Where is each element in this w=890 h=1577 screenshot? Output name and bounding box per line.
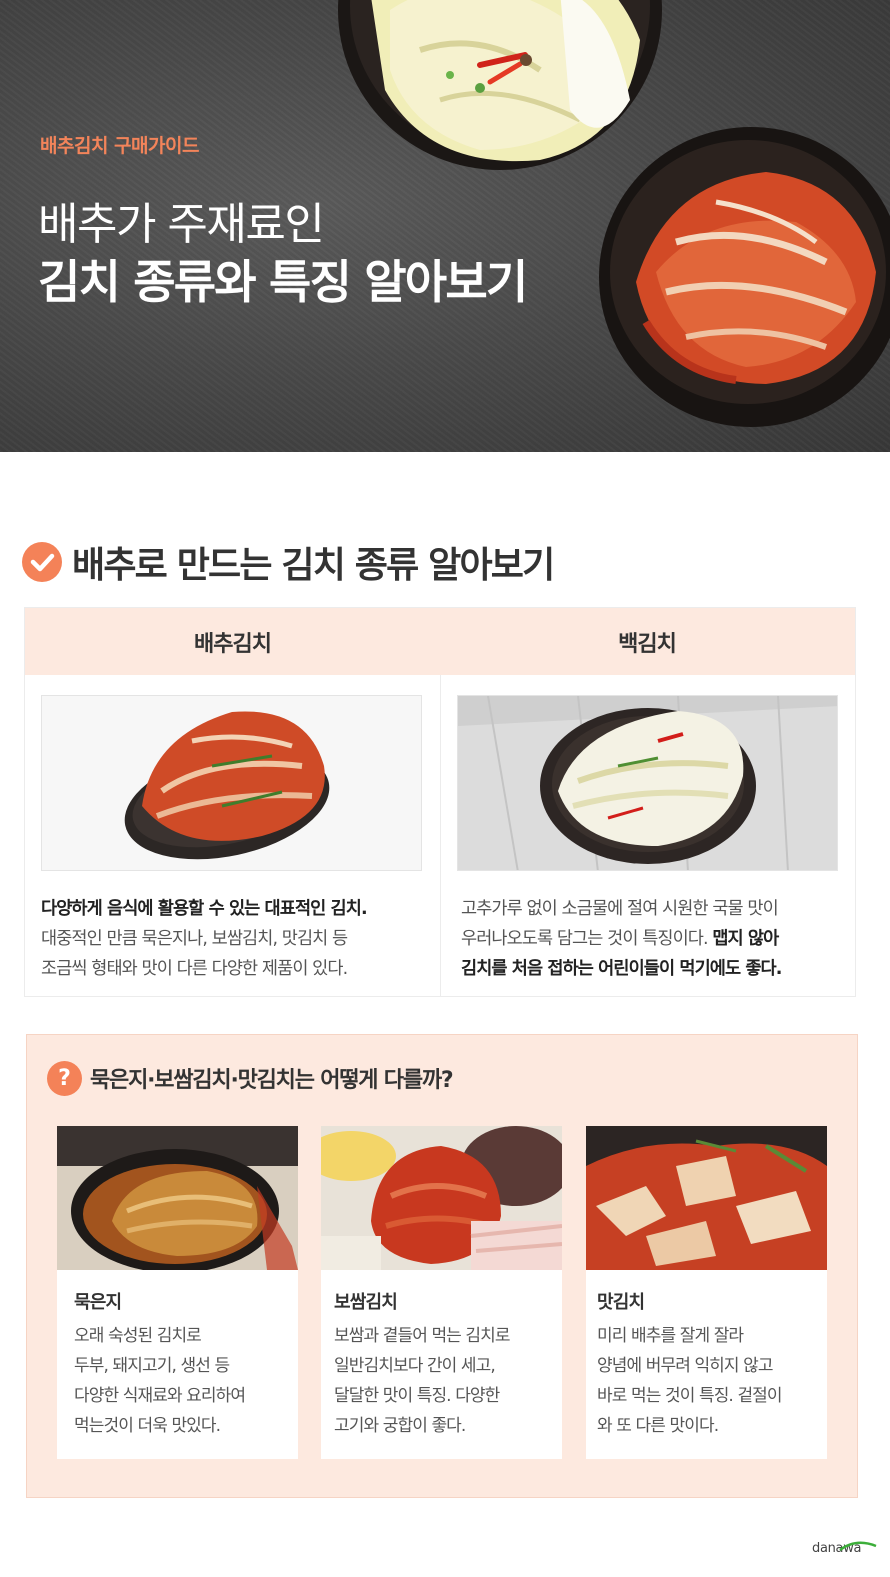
kimchi-dish-image	[599, 127, 890, 427]
column-description: 고추가루 없이 소금물에 절여 시원한 국물 맛이 우러나오도록 담그는 것이 …	[461, 894, 851, 984]
card-line: 와 또 다른 맛이다.	[597, 1416, 719, 1436]
question-icon: ?	[47, 1061, 82, 1096]
mukeunji-photo	[57, 1126, 298, 1270]
description-bold: 다양하게 음식에 활용할 수 있는 대표적인 김치.	[41, 899, 368, 919]
column-description: 다양하게 음식에 활용할 수 있는 대표적인 김치. 대중적인 만큼 묵은지나,…	[41, 894, 431, 984]
description-line: 대중적인 만큼 묵은지나, 보쌈김치, 맛김치 등	[41, 929, 348, 949]
card-line: 오래 숙성된 김치로	[74, 1326, 202, 1346]
kimchi-comparison-table: 배추김치 다양하게 음식에 활용할 수 있는 대표적인 김치. 대중적인 만큼 …	[24, 607, 856, 997]
box-title: 묵은지·보쌈김치·맛김치는 어떻게 다를까?	[90, 1068, 454, 1093]
description-line: 우러나오도록 담그는 것이 특징이다.	[461, 929, 713, 949]
bossam-photo	[321, 1126, 562, 1270]
card-line: 양념에 버무려 익히지 않고	[597, 1356, 774, 1376]
card-line: 먹는것이 더욱 맛있다.	[74, 1416, 221, 1436]
card-line: 보쌈과 곁들어 먹는 김치로	[334, 1326, 511, 1346]
column-header: 배추김치	[25, 608, 440, 675]
comparison-column-baechu: 배추김치 다양하게 음식에 활용할 수 있는 대표적인 김치. 대중적인 만큼 …	[25, 608, 441, 996]
card-title: 보쌈김치	[334, 1292, 398, 1313]
card-description: 오래 숙성된 김치로 두부, 돼지고기, 생선 등 다양한 식재료와 요리하여 …	[74, 1321, 296, 1441]
card-line: 다양한 식재료와 요리하여	[74, 1386, 246, 1406]
card-line: 미리 배추를 잘게 잘라	[597, 1326, 744, 1346]
hero-title-line1: 배추가 주재료인	[38, 199, 325, 250]
card-description: 보쌈과 곁들어 먹는 김치로 일반김치보다 간이 세고, 달달한 맛이 특징. …	[334, 1321, 556, 1441]
hero-eyebrow: 배추김치 구매가이드	[40, 135, 199, 157]
description-bold: 맵지 않아	[712, 929, 779, 949]
hero-title-line2: 김치 종류와 특징 알아보기	[38, 255, 528, 309]
kimchi-card-bossam: 보쌈김치 보쌈과 곁들어 먹는 김치로 일반김치보다 간이 세고, 달달한 맛이…	[321, 1126, 562, 1459]
kimchi-difference-box: ? 묵은지·보쌈김치·맛김치는 어떻게 다를까? 묵은지 오래 숙성된 김치로 …	[26, 1034, 858, 1498]
card-description: 미리 배추를 잘게 잘라 양념에 버무려 익히지 않고 바로 먹는 것이 특징.…	[597, 1321, 819, 1441]
card-title: 묵은지	[74, 1292, 122, 1313]
card-line: 두부, 돼지고기, 생선 등	[74, 1356, 230, 1376]
kimchi-dish-photo	[41, 695, 422, 871]
matkimchi-photo	[586, 1126, 827, 1270]
white-kimchi-dish-photo	[457, 695, 838, 871]
kimchi-card-mukeunji: 묵은지 오래 숙성된 김치로 두부, 돼지고기, 생선 등 다양한 식재료와 요…	[57, 1126, 298, 1459]
column-header: 백김치	[439, 608, 855, 675]
card-title: 맛김치	[597, 1292, 645, 1313]
description-bold: 김치를 처음 접하는 어린이들이 먹기에도 좋다.	[461, 959, 782, 979]
description-line: 조금씩 형태와 맛이 다른 다양한 제품이 있다.	[41, 959, 348, 979]
kimchi-card-matkimchi: 맛김치 미리 배추를 잘게 잘라 양념에 버무려 익히지 않고 바로 먹는 것이…	[586, 1126, 827, 1459]
card-line: 바로 먹는 것이 특징. 겉절이	[597, 1386, 783, 1406]
card-line: 고기와 궁합이 좋다.	[334, 1416, 466, 1436]
card-line: 달달한 맛이 특징. 다양한	[334, 1386, 500, 1406]
comparison-column-baek: 백김치 고추가루 없이 소금물에 절여 시원한 국물 맛이 우러나오도록 담그는…	[439, 608, 855, 996]
hero-banner: 배추김치 구매가이드 배추가 주재료인 김치 종류와 특징 알아보기	[0, 0, 890, 452]
brand-swoosh-icon	[839, 1541, 877, 1552]
description-line: 고추가루 없이 소금물에 절여 시원한 국물 맛이	[461, 899, 779, 919]
check-icon	[22, 542, 62, 582]
card-line: 일반김치보다 간이 세고,	[334, 1356, 496, 1376]
section-title: 배추로 만드는 김치 종류 알아보기	[72, 545, 555, 586]
